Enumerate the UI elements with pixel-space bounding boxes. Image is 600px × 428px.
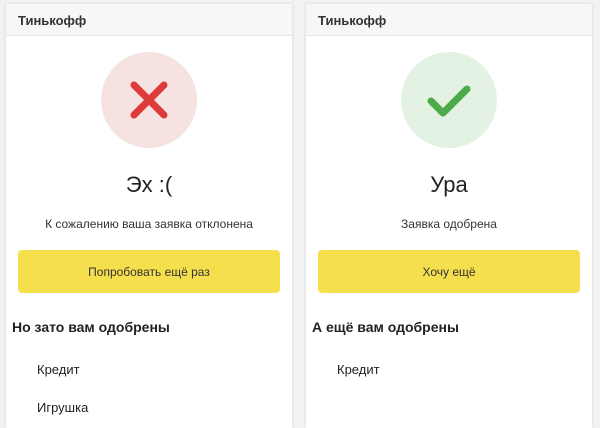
- checkmark-icon: [427, 85, 471, 117]
- status-message: Заявка одобрена: [401, 217, 497, 231]
- status-heading: Эх :(: [125, 172, 173, 197]
- want-more-button[interactable]: Хочу ещё: [318, 250, 580, 293]
- approved-panel: Тинькофф Ура Заявка одобрена Хочу ещё А …: [306, 4, 592, 428]
- offer-item-credit[interactable]: Кредит: [37, 362, 80, 377]
- retry-button[interactable]: Попробовать ещё раз: [18, 250, 280, 293]
- panel-title: Тинькофф: [18, 13, 87, 28]
- panel-header: Тинькофф: [6, 4, 292, 36]
- status-heading: Ура: [430, 172, 468, 197]
- status-message: К сожалению ваша заявка отклонена: [45, 217, 253, 231]
- panel-title: Тинькофф: [318, 13, 387, 28]
- status-circle: [401, 52, 497, 148]
- panel-header: Тинькофф: [306, 4, 592, 36]
- section-title: Но зато вам одобрены: [12, 319, 170, 335]
- offer-item-toy[interactable]: Игрушка: [37, 400, 88, 415]
- rejected-panel: Тинькофф Эх :( К сожалению ваша заявка о…: [6, 4, 292, 428]
- offer-item-credit[interactable]: Кредит: [337, 362, 380, 377]
- cross-icon: [130, 81, 168, 119]
- section-title: А ещё вам одобрены: [312, 319, 459, 335]
- status-circle: [101, 52, 197, 148]
